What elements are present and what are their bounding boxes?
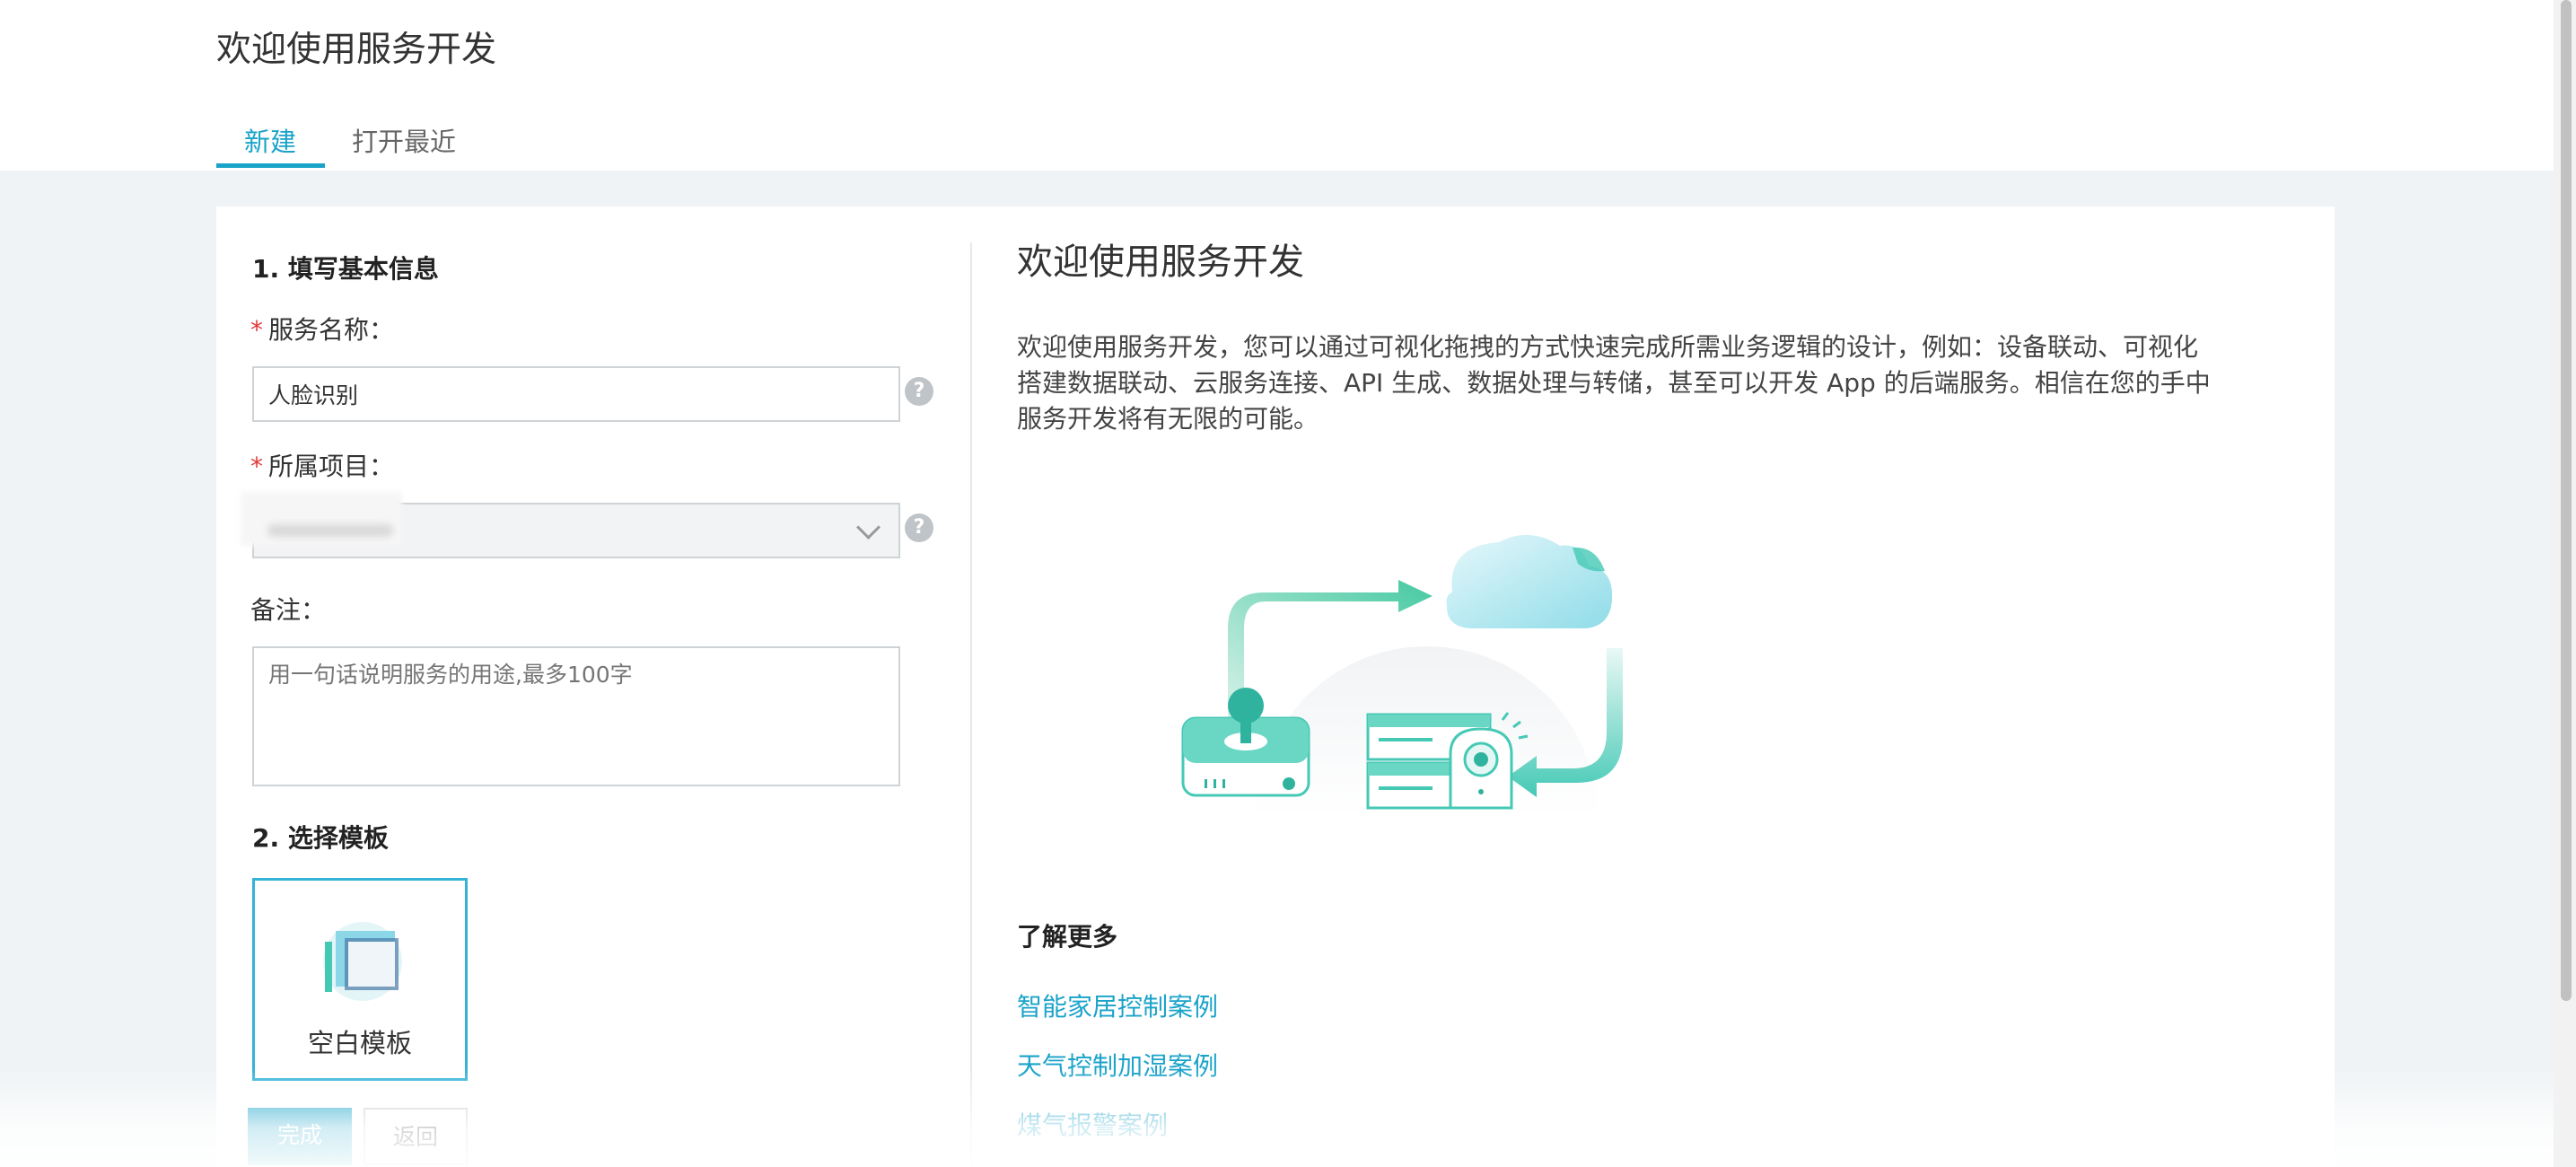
link-weather-humidify-case[interactable]: 天气控制加湿案例: [1017, 1047, 1218, 1083]
service-name-input[interactable]: [252, 366, 900, 422]
intro-title: 欢迎使用服务开发: [1017, 241, 1304, 283]
done-button[interactable]: 完成: [248, 1108, 352, 1165]
help-icon[interactable]: ?: [905, 377, 933, 406]
learn-more-heading: 了解更多: [1017, 922, 1118, 952]
tab-open-recent[interactable]: 打开最近: [352, 122, 456, 162]
top-header: 欢迎使用服务开发 新建 打开最近: [0, 0, 2554, 171]
section-basic-info-title: 1. 填写基本信息: [252, 254, 439, 284]
column-divider: [970, 242, 972, 1167]
section-template-title: 2. 选择模板: [252, 823, 389, 853]
required-mark: *: [250, 315, 263, 345]
scrollbar-thumb[interactable]: [2561, 0, 2572, 1001]
note-label: 备注：: [250, 595, 327, 625]
link-smart-home-case[interactable]: 智能家居控制案例: [1017, 987, 1218, 1023]
blank-template-card[interactable]: 空白模板: [252, 878, 468, 1081]
blank-template-icon: [323, 922, 402, 1001]
service-name-label-text: 服务名称：: [268, 315, 395, 345]
blank-template-label: 空白模板: [307, 1028, 412, 1058]
redacted-overlay: [241, 492, 402, 546]
back-button[interactable]: 返回: [364, 1108, 468, 1165]
redacted-project-value: [267, 524, 393, 537]
page-title: 欢迎使用服务开发: [216, 30, 497, 70]
service-name-label: * 服务名称：: [250, 312, 394, 348]
active-tab-indicator: [216, 163, 325, 168]
service-flow-illustration: [1181, 534, 1623, 817]
required-mark: *: [250, 452, 263, 481]
help-icon[interactable]: ?: [905, 513, 933, 542]
note-textarea[interactable]: [252, 646, 900, 786]
project-label: * 所属项目：: [250, 449, 394, 485]
link-gas-alarm-case[interactable]: 煤气报警案例: [1017, 1106, 1168, 1142]
intro-description: 欢迎使用服务开发，您可以通过可视化拖拽的方式快速完成所需业务逻辑的设计，例如：设…: [1017, 332, 2211, 434]
project-label-text: 所属项目：: [268, 452, 395, 481]
tab-new[interactable]: 新建: [244, 122, 296, 162]
